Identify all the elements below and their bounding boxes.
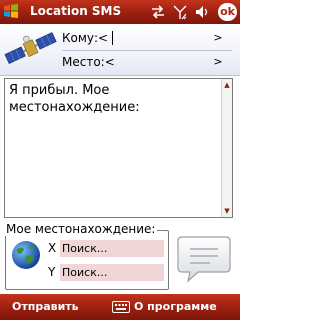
message-text: Я прибыл. Мое местонахождение:: [9, 83, 140, 115]
app-title: Location SMS: [30, 4, 122, 18]
to-label: Кому:<: [62, 31, 109, 45]
place-chevron-icon[interactable]: >: [210, 52, 226, 72]
message-scrollbar[interactable]: ▲ ▼: [221, 79, 232, 217]
speaker-icon[interactable]: [194, 4, 210, 20]
scroll-up-icon[interactable]: ▲: [222, 79, 232, 91]
windows-logo-icon[interactable]: [3, 3, 19, 19]
message-textarea[interactable]: Я прибыл. Мое местонахождение: ▲ ▼: [4, 78, 233, 218]
header-divider: [0, 75, 240, 76]
scroll-down-icon[interactable]: ▼: [222, 205, 232, 217]
to-field[interactable]: Кому:<: [62, 28, 222, 48]
to-chevron-icon[interactable]: >: [210, 28, 226, 48]
message-bubble-button[interactable]: [176, 234, 232, 284]
place-label: Место:<: [62, 55, 115, 69]
text-caret: [112, 31, 113, 45]
recipient-header: Кому:< > Место:< >: [0, 24, 240, 76]
satellite-icon: [4, 32, 57, 65]
x-coordinate-field[interactable]: Поиск...: [60, 240, 164, 257]
y-coordinate-field[interactable]: Поиск...: [60, 264, 164, 281]
y-label: Y: [48, 265, 56, 279]
title-bar: Location SMS ok: [0, 0, 240, 24]
x-label: X: [48, 241, 57, 255]
globe-icon: [12, 241, 40, 269]
about-softkey[interactable]: О программе: [134, 300, 217, 313]
field-divider: [62, 50, 232, 51]
signal-icon[interactable]: [172, 4, 188, 20]
place-field[interactable]: Место:<: [62, 52, 222, 72]
ok-button[interactable]: ok: [218, 3, 237, 21]
location-group-label: Мое местонахождение:: [4, 222, 158, 236]
softkey-bar: Отправить О программе: [0, 294, 240, 320]
sync-icon[interactable]: [150, 4, 166, 20]
send-softkey[interactable]: Отправить: [12, 300, 79, 313]
keyboard-icon[interactable]: [112, 301, 130, 313]
